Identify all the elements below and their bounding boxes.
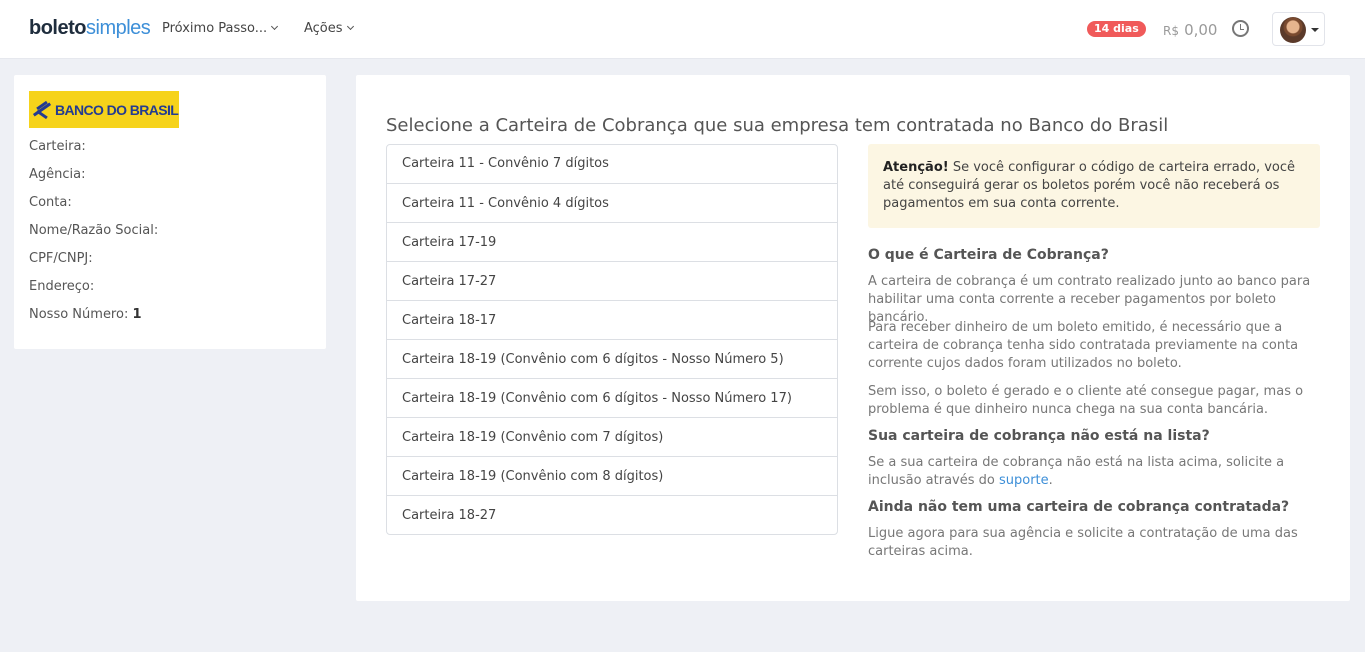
info-value: 1 — [132, 307, 142, 322]
what-is-heading: O que é Carteira de Cobrança? — [868, 247, 1109, 263]
wallet-option[interactable]: Carteira 18-17 — [387, 300, 837, 339]
app-logo[interactable]: boletosimples — [29, 17, 151, 40]
not-listed-heading: Sua carteira de cobrança não está na lis… — [868, 428, 1210, 444]
clock-icon[interactable] — [1232, 20, 1249, 37]
info-nosso-numero: Nosso Número: 1 — [29, 307, 142, 322]
wallet-option[interactable]: Carteira 18-27 — [387, 495, 837, 534]
wallet-selection-card: Selecione a Carteira de Cobrança que sua… — [356, 75, 1350, 601]
wallet-option[interactable]: Carteira 17-27 — [387, 261, 837, 300]
bank-info-card: BANCO DO BRASIL Carteira: Agência: Conta… — [14, 75, 326, 349]
wallet-option[interactable]: Carteira 11 - Convênio 7 dígitos — [387, 145, 837, 183]
wallet-option[interactable]: Carteira 18-19 (Convênio com 6 dígitos -… — [387, 339, 837, 378]
info-cpf-cnpj: CPF/CNPJ: — [29, 251, 93, 266]
what-is-paragraph-2: Para receber dinheiro de um boleto emiti… — [868, 320, 1299, 371]
top-navbar: boletosimples Próximo Passo... Ações 14 … — [0, 0, 1365, 59]
account-balance[interactable]: R$ 0,00 — [1163, 20, 1217, 39]
alert-strong-text: Atenção! — [883, 160, 949, 175]
chevron-down-icon — [271, 22, 279, 31]
what-is-paragraph-3: Sem isso, o boleto é gerado e o cliente … — [868, 384, 1304, 417]
no-wallet-paragraph: Ligue agora para sua agência e solicite … — [868, 526, 1298, 559]
warning-alert: Atenção! Se você configurar o código de … — [868, 144, 1320, 228]
info-label: Agência: — [29, 167, 86, 182]
wallet-option[interactable]: Carteira 18-19 (Convênio com 6 dígitos -… — [387, 378, 837, 417]
balance-currency: R$ — [1163, 24, 1179, 38]
logo-text-simples: simples — [86, 17, 151, 39]
wallet-list: Carteira 11 - Convênio 7 dígitos Carteir… — [386, 144, 838, 535]
caret-down-icon — [1311, 28, 1319, 32]
info-label: Nosso Número: — [29, 307, 129, 322]
page-title: Selecione a Carteira de Cobrança que sua… — [386, 115, 1169, 136]
info-label: CPF/CNPJ: — [29, 251, 93, 266]
chevron-down-icon — [346, 22, 354, 31]
wallet-option[interactable]: Carteira 18-19 (Convênio com 8 dígitos) — [387, 456, 837, 495]
info-endereco: Endereço: — [29, 279, 94, 294]
not-listed-end: . — [1048, 473, 1053, 488]
info-label: Conta: — [29, 195, 72, 210]
wallet-option[interactable]: Carteira 11 - Convênio 4 dígitos — [387, 183, 837, 222]
no-wallet-heading: Ainda não tem uma carteira de cobrança c… — [868, 499, 1290, 515]
avatar — [1280, 17, 1306, 43]
banco-do-brasil-symbol-icon — [32, 100, 52, 119]
menu-actions-label: Ações — [304, 21, 343, 36]
menu-next-steps[interactable]: Próximo Passo... — [162, 21, 279, 36]
info-label: Nome/Razão Social: — [29, 223, 159, 238]
menu-next-steps-label: Próximo Passo... — [162, 21, 268, 36]
menu-actions[interactable]: Ações — [304, 21, 354, 36]
balance-amount: 0,00 — [1184, 21, 1218, 39]
info-carteira: Carteira: — [29, 139, 86, 154]
not-listed-paragraph: Se a sua carteira de cobrança não está n… — [868, 454, 1320, 490]
logo-text-boleto: boleto — [29, 17, 87, 39]
info-label: Endereço: — [29, 279, 95, 294]
info-agencia: Agência: — [29, 167, 86, 182]
trial-days-badge[interactable]: 14 dias — [1087, 21, 1146, 37]
info-nome: Nome/Razão Social: — [29, 223, 158, 238]
info-label: Carteira: — [29, 139, 86, 154]
bank-logo-text: BANCO DO BRASIL — [55, 101, 179, 118]
not-listed-text: Se a sua carteira de cobrança não está n… — [868, 455, 1285, 488]
support-link[interactable]: suporte — [999, 473, 1049, 488]
wallet-option[interactable]: Carteira 17-19 — [387, 222, 837, 261]
user-menu-button[interactable] — [1272, 12, 1325, 46]
banco-do-brasil-logo: BANCO DO BRASIL — [29, 91, 179, 128]
wallet-option[interactable]: Carteira 18-19 (Convênio com 7 dígitos) — [387, 417, 837, 456]
info-conta: Conta: — [29, 195, 72, 210]
